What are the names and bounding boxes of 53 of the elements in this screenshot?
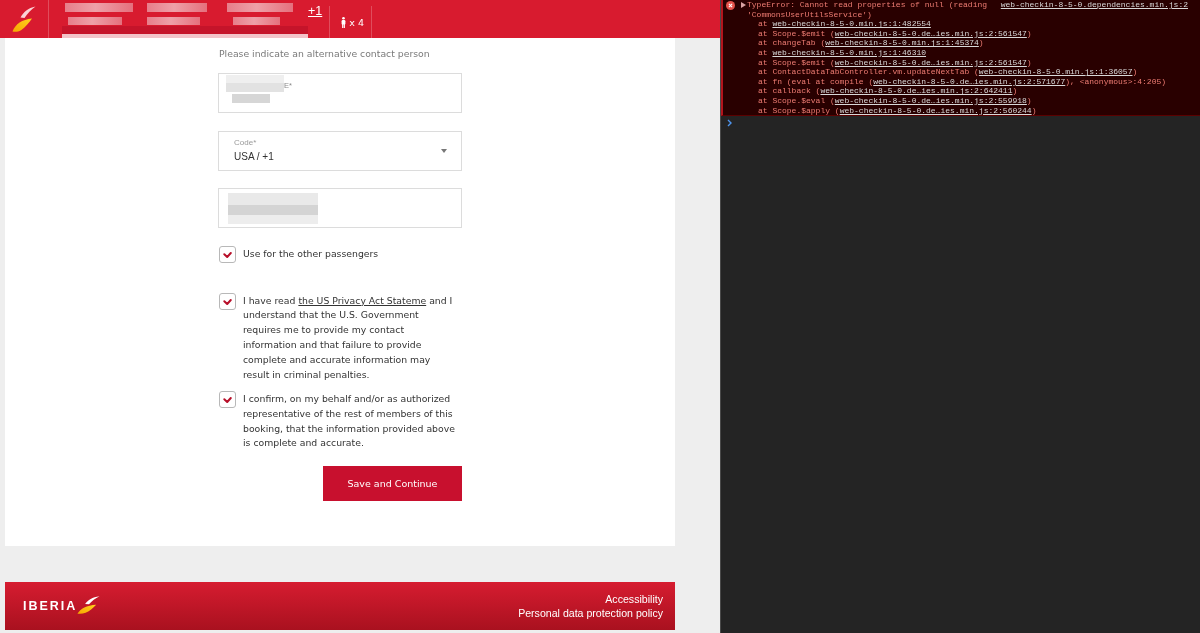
redacted-block (68, 17, 122, 25)
privacy-statement-link[interactable]: the US Privacy Act Stateme (298, 294, 427, 306)
footer-link[interactable]: Accessibility (605, 592, 663, 606)
redacted-block (147, 3, 207, 12)
redacted-block (233, 17, 280, 25)
source-link[interactable]: web-checkin-8-5-0.min.js:1:46310 (772, 47, 927, 57)
redacted-block (65, 3, 133, 12)
section-title: Please indicate an alternative contact person (219, 47, 431, 61)
brand-wordmark: IBERIA (23, 599, 78, 613)
source-link[interactable]: web-checkin-8-5-0.de…ies.min.js:2:560244 (839, 105, 1032, 115)
error-icon (725, 0, 735, 10)
source-link[interactable]: web-checkin-8-5-0.min.js:1:45374 (825, 38, 979, 48)
checkbox-label: Use for the other passengers (243, 247, 379, 262)
source-link[interactable]: web-checkin-8-5-0.de…ies.min.js:2:561547 (834, 57, 1027, 67)
stack-frame: at fn (eval at compile (web-checkin-8-5-0.de…ies.min.js:2:571677), <anonymous>:4:205) (741, 76, 1188, 87)
stack-frame: at ContactDataTabController.vm.updateNextTab (web-checkin-8-5-0.min.js:1:36057) (741, 67, 1188, 77)
source-link[interactable]: web-checkin-8-5-0.min.js:1:482554 (772, 19, 931, 29)
checkbox[interactable] (219, 246, 236, 263)
checkbox[interactable] (219, 391, 236, 409)
logo-icon (77, 595, 101, 614)
stack-frame: at web-checkin-8-5-0.min.js:1:46310 (741, 47, 1188, 58)
person-icon (341, 16, 347, 28)
stack-frame: at Scope.$eval (web-checkin-8-5-0.de…ies.min.js:2:559918) (741, 95, 1188, 106)
stack-frame: at changeTab (web-checkin-8-5-0.min.js:1:45374) (741, 38, 1188, 48)
declaration-text: I confirm, on my behalf and/or as authorized representative of the rest of members of this booking, that the information provided above is complete and accurate. (243, 391, 456, 451)
checkbox[interactable] (219, 293, 236, 310)
redacted-block (147, 17, 200, 25)
error-message: TypeError: Cannot read properties of null (reading 'CommonsUserUtilsService') (747, 0, 989, 20)
redacted-block (227, 3, 293, 12)
redacted-block (232, 94, 270, 103)
stack-frame: at Scope.$emit (web-checkin-8-5-0.de…ies.min.js:2:561547) (741, 28, 1188, 39)
stack-frame: at web-checkin-8-5-0.min.js:1:482554 (741, 19, 1188, 29)
redacted-block (226, 75, 284, 92)
source-link[interactable]: web-checkin-8-5-0.de…ies.min.js:2:559918 (834, 95, 1027, 105)
day-offset-link[interactable]: +1 (308, 4, 323, 18)
footer-link[interactable]: Personal data protection policy (518, 606, 663, 620)
save-and-continue-button[interactable]: Save and Continue (323, 466, 462, 502)
source-link[interactable]: web-checkin-8-5-0.de…ies.min.js:2:571677 (873, 76, 1066, 86)
logo-icon (12, 6, 36, 32)
stack-frame: at Scope.$emit (web-checkin-8-5-0.de…ies.min.js:2:561547) (741, 57, 1188, 68)
expand-triangle-icon[interactable] (741, 1, 746, 8)
source-link[interactable]: web-checkin-8-5-0.de…ies.min.js:2:642411 (820, 86, 1013, 96)
stack-frame: at callback (web-checkin-8-5-0.de…ies.min.js:2:642411) (741, 86, 1188, 96)
prompt-chevron-icon (727, 118, 732, 127)
source-link[interactable]: web-checkin-8-5-0.min.js:1:36057 (978, 67, 1133, 77)
text-field[interactable] (218, 188, 462, 228)
source-link[interactable]: web-checkin-8-5-0.de…ies.min.js:2:561547 (834, 28, 1027, 38)
country-code-select[interactable]: Code* USA / +1 (218, 130, 462, 171)
stack-frame: at Scope.$apply (web-checkin-8-5-0.de…ies.min.js:2:560244) (741, 105, 1188, 116)
passenger-count: x 4 (349, 16, 364, 28)
source-link[interactable]: web-checkin-8-5-0.dependencies.min.js:2 (1000, 0, 1188, 10)
declaration-text: I have read the US Privacy Act Stateme and I understand that the U.S. Government requires me to provide my contact information and that failure to provide complete and accurate information may result in criminal penalties. (243, 293, 454, 382)
caret-icon (441, 148, 447, 153)
